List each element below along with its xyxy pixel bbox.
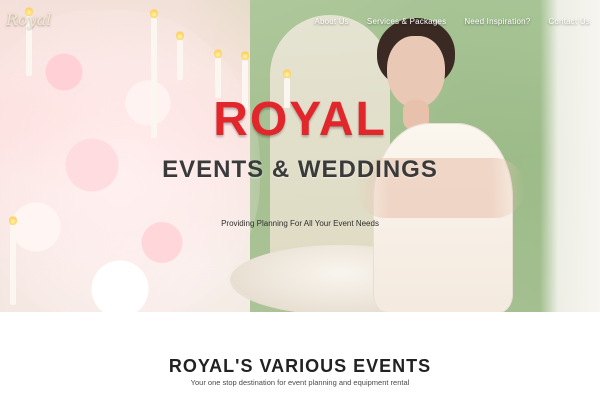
nav-about-us[interactable]: About Us bbox=[314, 17, 349, 26]
page: Royal About Us Services & Packages Need … bbox=[0, 0, 600, 400]
section-title: ROYAL'S VARIOUS EVENTS bbox=[168, 356, 432, 376]
hero-curtain bbox=[540, 0, 600, 312]
hero-subtitle: EVENTS & WEDDINGS bbox=[162, 156, 438, 183]
candle-decor bbox=[214, 48, 222, 98]
hero-tagline: Providing Planning For All Your Event Ne… bbox=[221, 219, 379, 228]
nav-need-inspiration[interactable]: Need Inspiration? bbox=[464, 17, 530, 26]
section-subtitle: Your one stop destination for event plan… bbox=[190, 378, 410, 387]
site-logo-text: Royal bbox=[6, 10, 52, 29]
nav-services-packages[interactable]: Services & Packages bbox=[367, 17, 446, 26]
candle-decor bbox=[9, 215, 17, 305]
nav-contact-us[interactable]: Contact Us bbox=[548, 17, 590, 26]
hero-title: ROYAL bbox=[213, 93, 387, 146]
main-navigation: About Us Services & Packages Need Inspir… bbox=[314, 17, 590, 26]
candle-decor bbox=[176, 30, 184, 80]
site-logo[interactable]: Royal bbox=[6, 10, 51, 34]
